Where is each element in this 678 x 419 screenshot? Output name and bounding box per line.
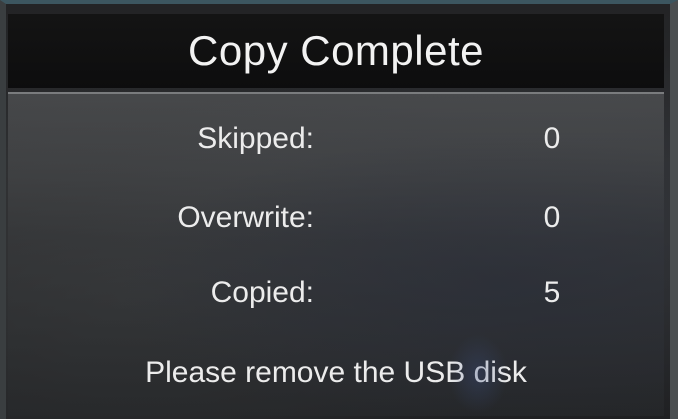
remove-usb-message: Please remove the USB disk xyxy=(145,356,527,389)
skipped-label: Skipped: xyxy=(197,122,314,155)
copied-label: Copied: xyxy=(210,276,314,309)
stat-row-skipped: Skipped: 0 xyxy=(8,114,664,164)
copy-summary-panel: Skipped: 0 Overwrite: 0 Copied: 5 Please… xyxy=(8,92,664,416)
dialog-title: Copy Complete xyxy=(188,27,484,74)
stat-row-overwrite: Overwrite: 0 xyxy=(8,193,664,243)
overwrite-count: 0 xyxy=(543,201,561,234)
dialog-title-bar: Copy Complete xyxy=(8,14,664,88)
tv-screen: Copy Complete Skipped: 0 Overwrite: 0 Co… xyxy=(0,0,678,419)
overwrite-label: Overwrite: xyxy=(177,201,314,234)
skipped-count: 0 xyxy=(543,122,561,155)
copied-count: 5 xyxy=(543,276,561,309)
stat-row-copied: Copied: 5 xyxy=(8,268,664,318)
